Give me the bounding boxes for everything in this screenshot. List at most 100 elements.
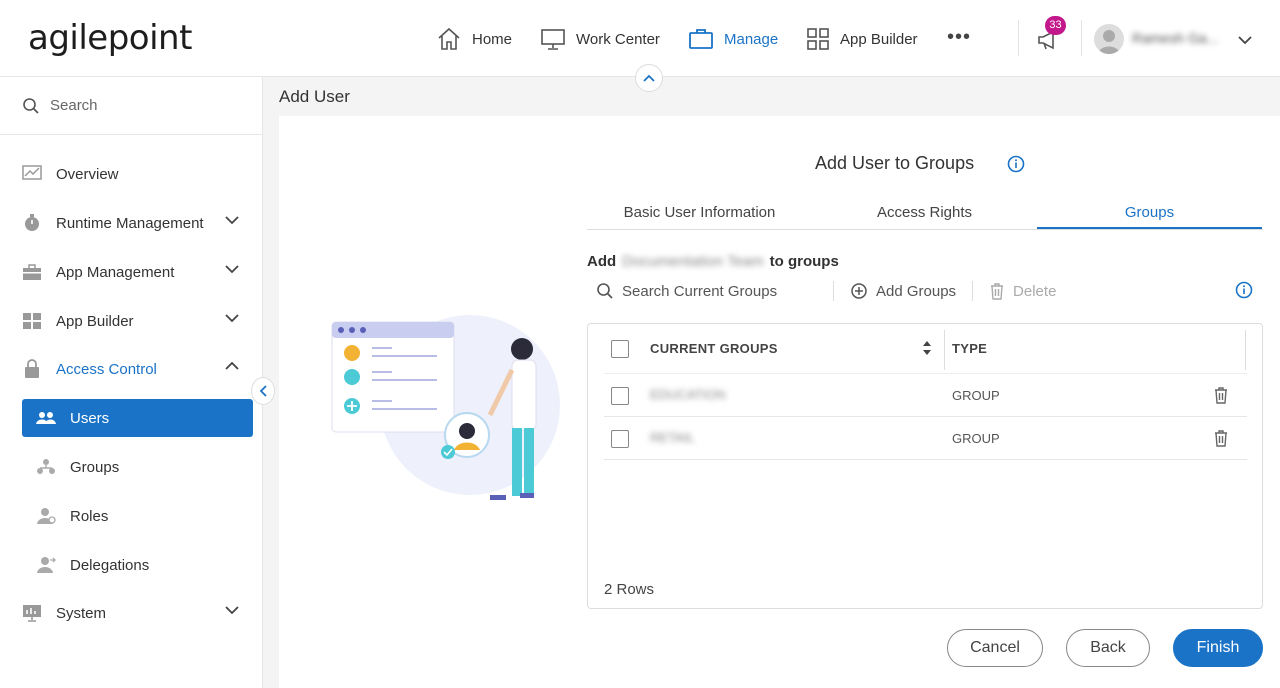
- sidebar-item-label: App Builder: [56, 312, 134, 330]
- sidebar-search[interactable]: Search: [0, 77, 263, 135]
- user-display-name: Documentation Team: [622, 253, 764, 270]
- home-icon: [438, 27, 460, 50]
- row-count: 2 Rows: [604, 581, 655, 598]
- search-icon: [597, 283, 613, 299]
- monitor-icon: [541, 29, 565, 50]
- lock-icon: [22, 359, 42, 379]
- back-button[interactable]: Back: [1066, 629, 1150, 667]
- sidebar-item-app-management[interactable]: App Management: [22, 253, 253, 291]
- sidebar-item-label: Groups: [70, 458, 120, 476]
- sidebar-item-access-control[interactable]: Access Control: [22, 350, 253, 388]
- sidebar-item-label: App Management: [56, 263, 175, 281]
- dashboard-icon: [22, 311, 42, 331]
- chevron-down-icon: [225, 314, 239, 323]
- sidebar-item-roles[interactable]: Roles: [22, 497, 253, 535]
- chevron-up-icon: [643, 74, 655, 82]
- chevron-up-icon: [225, 361, 239, 370]
- row-checkbox[interactable]: [611, 430, 629, 448]
- cancel-button[interactable]: Cancel: [947, 629, 1043, 667]
- sidebar-item-runtime-management[interactable]: Runtime Management: [22, 204, 253, 242]
- users-icon: [36, 408, 56, 428]
- sidebar: Search Overview Runtime Management App M…: [0, 77, 263, 688]
- sidebar-item-delegations[interactable]: Delegations: [22, 546, 253, 584]
- system-monitor-icon: [22, 603, 42, 623]
- divider: [833, 281, 834, 301]
- user-avatar-icon: [1098, 30, 1120, 54]
- sidebar-item-groups[interactable]: Groups: [22, 448, 253, 486]
- nav-work-center[interactable]: Work Center: [540, 22, 660, 56]
- column-divider[interactable]: [1245, 330, 1246, 370]
- group-type: GROUP: [952, 431, 1000, 446]
- column-current-groups[interactable]: CURRENT GROUPS: [650, 341, 778, 356]
- grid-icon: [807, 28, 829, 50]
- sidebar-item-label: Delegations: [70, 556, 150, 574]
- trash-icon: [991, 283, 1004, 300]
- tab-access-rights[interactable]: Access Rights: [812, 196, 1037, 229]
- sidebar-item-label: Access Control: [56, 360, 157, 378]
- toolbox-icon: [22, 262, 42, 282]
- chevron-left-icon: [259, 385, 267, 397]
- add-groups-button[interactable]: Add Groups: [850, 282, 956, 300]
- sidebar-item-label: Users: [70, 409, 110, 427]
- sidebar-item-users[interactable]: Users: [22, 399, 253, 437]
- avatar[interactable]: [1094, 24, 1124, 54]
- delete-button[interactable]: Delete: [989, 282, 1056, 300]
- stopwatch-icon: [22, 213, 42, 233]
- agilepoint-logo[interactable]: agilepoint: [28, 18, 192, 58]
- chart-icon: [22, 164, 42, 184]
- add-to-groups-text: Add Documentation Team to groups: [587, 253, 839, 270]
- more-menu-icon[interactable]: •••: [947, 26, 971, 49]
- sidebar-item-label: Roles: [70, 507, 109, 525]
- top-bar: agilepoint Home Work Center Manage App B…: [0, 0, 1280, 77]
- search-current-groups-input[interactable]: Search Current Groups: [596, 282, 826, 300]
- nav-app-builder-label: App Builder: [840, 30, 918, 48]
- group-name: RETAIL: [650, 430, 695, 445]
- current-groups-table: CURRENT GROUPS TYPE EDUCATION GROUP RETA…: [587, 323, 1263, 609]
- trash-icon[interactable]: [1213, 429, 1229, 447]
- collapse-sidebar-button[interactable]: [251, 377, 275, 405]
- help-info-icon[interactable]: [1007, 155, 1025, 177]
- user-name[interactable]: Ramesh Ga...: [1132, 30, 1218, 46]
- user-role-icon: [36, 506, 56, 526]
- nav-manage[interactable]: Manage: [688, 22, 778, 56]
- toolbar-info-icon[interactable]: [1235, 281, 1253, 303]
- nav-app-builder[interactable]: App Builder: [806, 22, 918, 56]
- search-current-groups-placeholder: Search Current Groups: [622, 282, 778, 300]
- group-name: EDUCATION: [650, 387, 726, 402]
- divider: [972, 281, 974, 301]
- groups-toolbar: Search Current Groups Add Groups Delete: [587, 278, 1263, 304]
- user-menu-chevron-down-icon[interactable]: [1238, 32, 1252, 49]
- table-row[interactable]: RETAIL GROUP: [604, 417, 1247, 460]
- sidebar-item-label: Overview: [56, 165, 119, 183]
- add-groups-label: Add Groups: [876, 282, 957, 300]
- sidebar-item-label: System: [56, 604, 107, 622]
- tab-basic-user-information[interactable]: Basic User Information: [587, 196, 812, 229]
- briefcase-icon: [689, 29, 713, 49]
- form-tabs: Basic User Information Access Rights Gro…: [587, 196, 1263, 230]
- sidebar-item-system[interactable]: System: [22, 594, 253, 632]
- org-chart-icon: [36, 457, 56, 477]
- nav-work-center-label: Work Center: [576, 30, 660, 48]
- sidebar-item-overview[interactable]: Overview: [22, 155, 253, 193]
- sort-icon[interactable]: [922, 340, 932, 356]
- form-title: Add User to Groups: [815, 153, 975, 173]
- chevron-down-icon: [225, 265, 239, 274]
- page-title: Add User: [279, 87, 350, 106]
- tab-groups[interactable]: Groups: [1037, 196, 1262, 229]
- column-divider[interactable]: [944, 330, 945, 370]
- table-row[interactable]: EDUCATION GROUP: [604, 374, 1247, 417]
- group-type: GROUP: [952, 388, 1000, 403]
- onboarding-illustration: [331, 315, 560, 500]
- row-checkbox[interactable]: [611, 387, 629, 405]
- sidebar-search-placeholder: Search: [50, 97, 98, 114]
- search-icon: [23, 97, 39, 114]
- column-type[interactable]: TYPE: [952, 341, 987, 356]
- finish-button[interactable]: Finish: [1173, 629, 1263, 667]
- nav-home-label: Home: [472, 30, 513, 48]
- delete-label: Delete: [1013, 282, 1057, 300]
- nav-home[interactable]: Home: [436, 22, 512, 56]
- trash-icon[interactable]: [1213, 386, 1229, 404]
- collapse-header-button[interactable]: [635, 64, 663, 92]
- sidebar-item-app-builder[interactable]: App Builder: [22, 302, 253, 340]
- select-all-checkbox[interactable]: [611, 340, 629, 358]
